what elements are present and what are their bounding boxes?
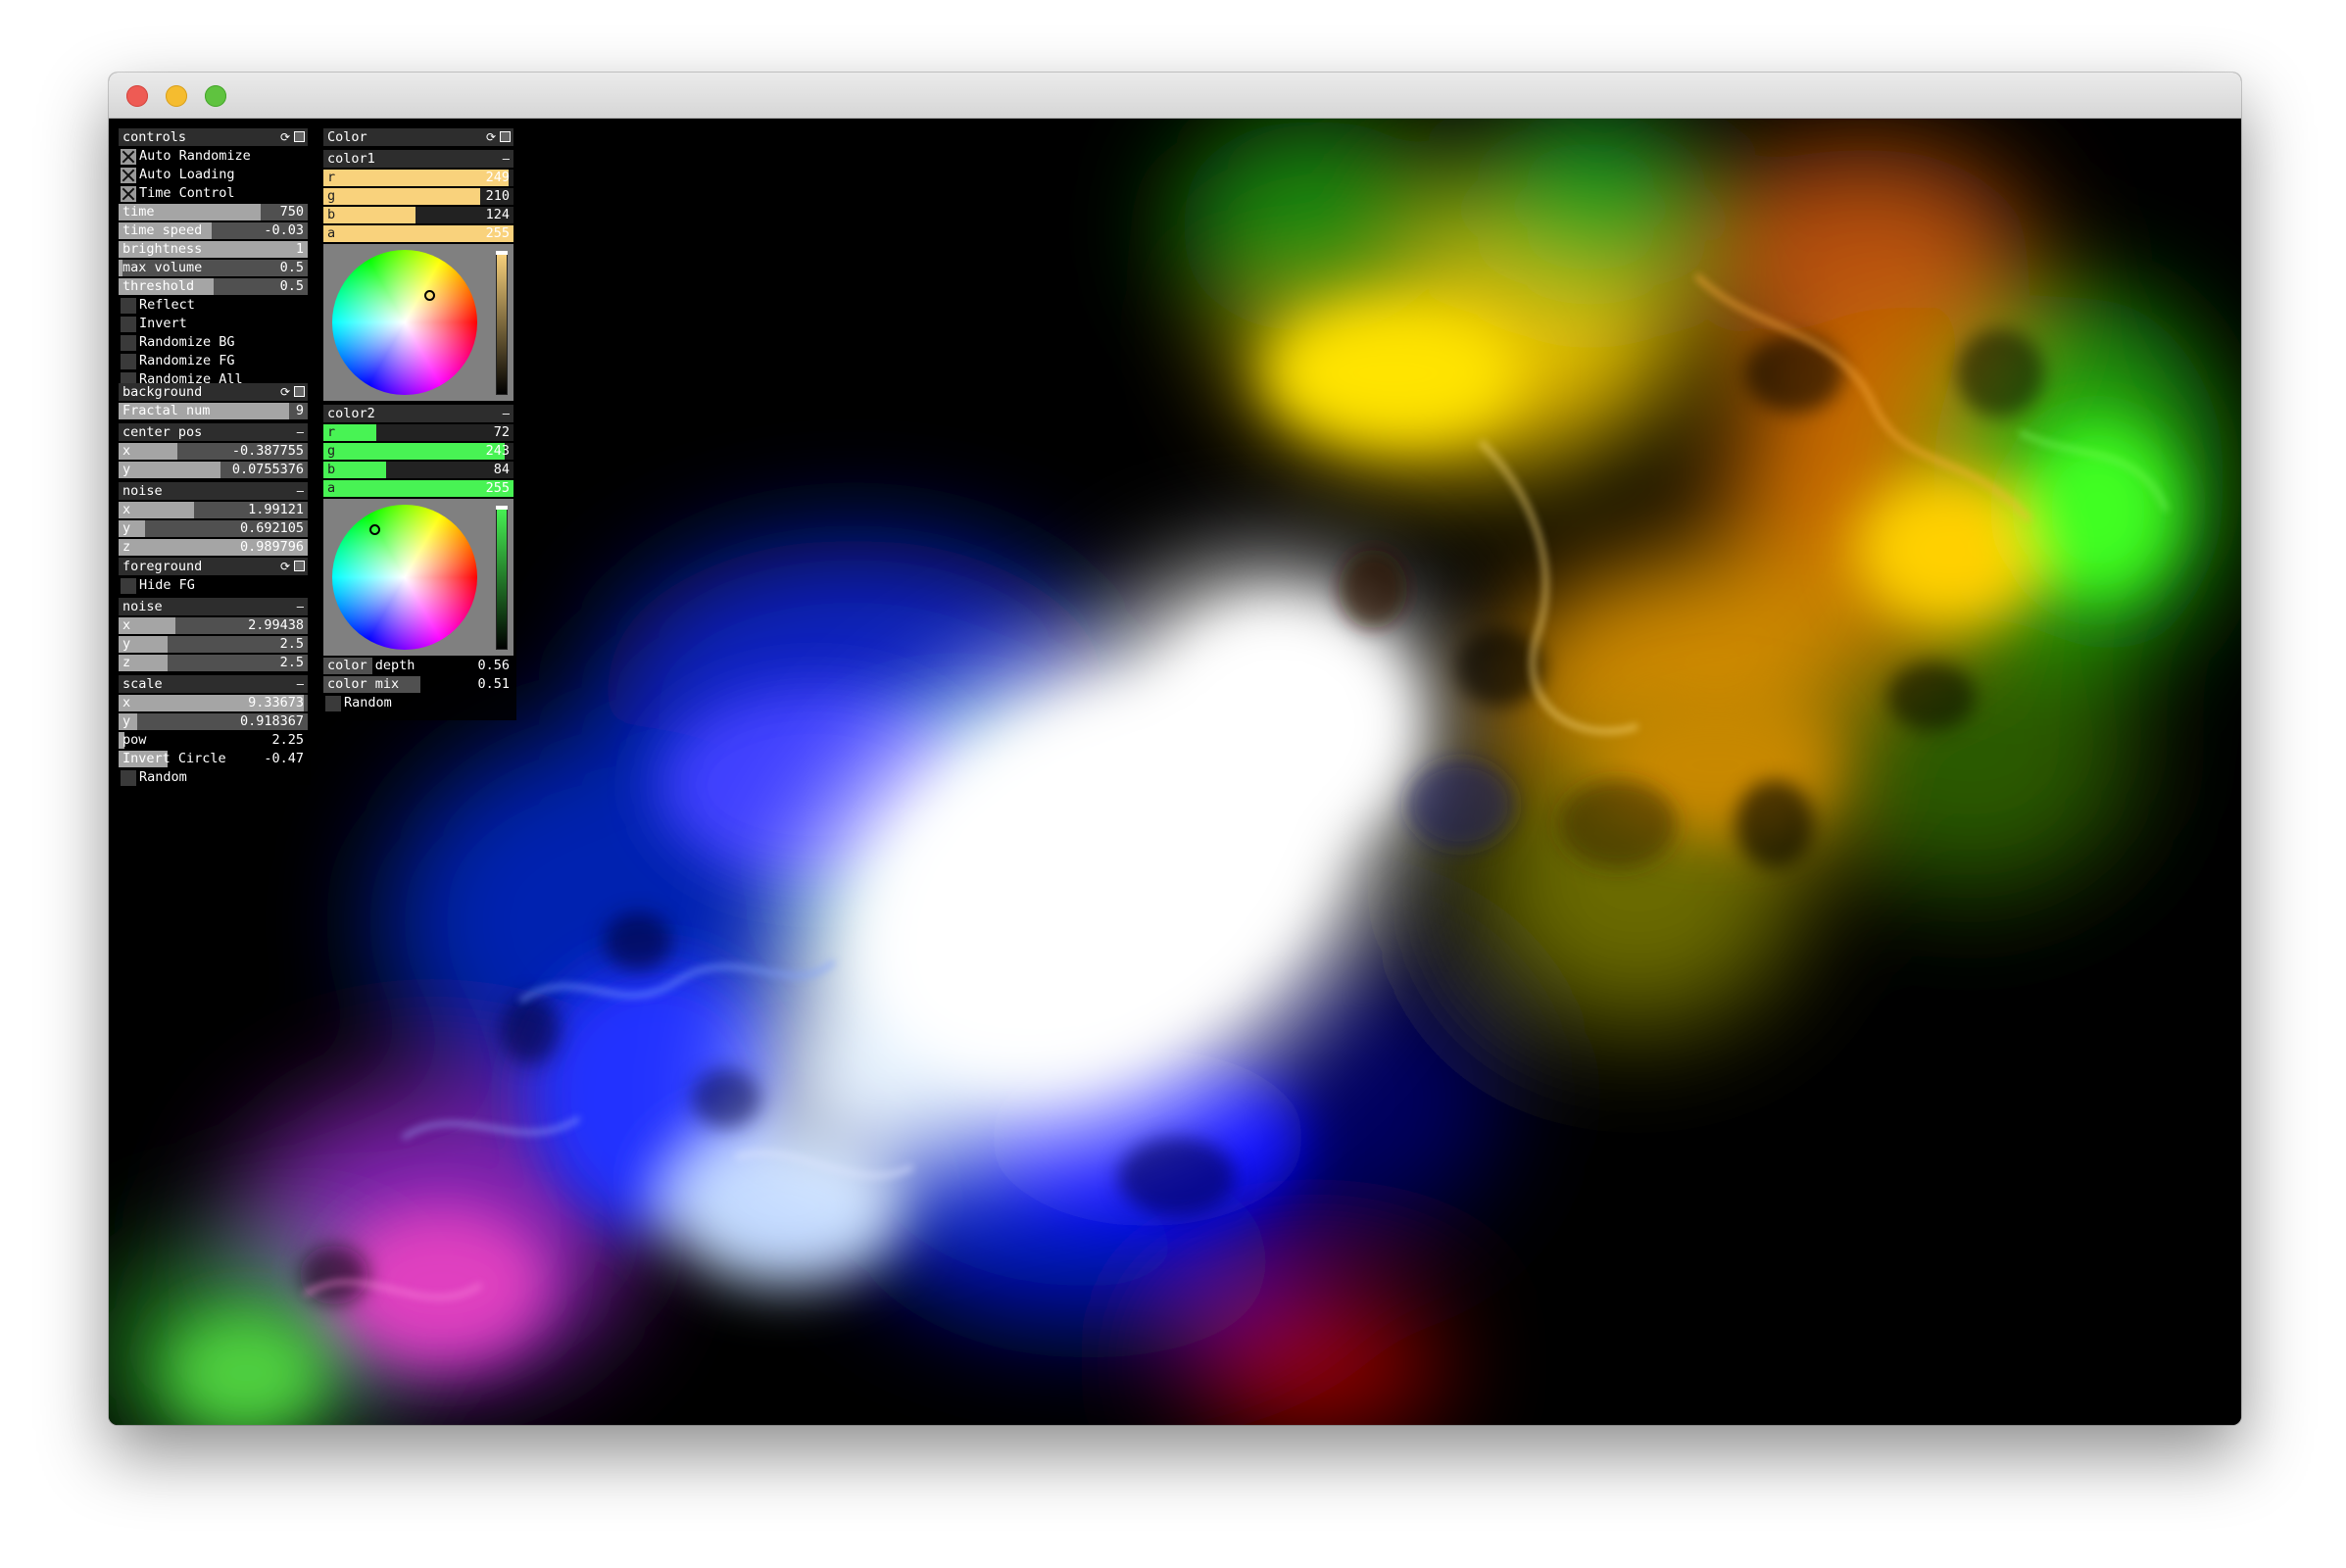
controls-title: controls bbox=[122, 129, 187, 145]
color-panel: Color ⟳ color1 – r 249 g 210 b 124 a 255 col… bbox=[320, 126, 516, 720]
toggle-time-control[interactable]: Time Control bbox=[119, 185, 308, 202]
slider-fractal-num[interactable]: Fractal num 9 bbox=[119, 403, 308, 419]
color1-header[interactable]: color1 – bbox=[323, 150, 513, 168]
color2-brightness-bar[interactable] bbox=[496, 506, 508, 650]
toggle-randomize-bg[interactable]: Randomize BG bbox=[119, 334, 308, 351]
checkbox-icon bbox=[121, 578, 136, 594]
checkbox-icon bbox=[121, 298, 136, 314]
save-icon[interactable] bbox=[294, 561, 305, 571]
slider-color-depth[interactable]: color depth 0.56 bbox=[323, 658, 513, 674]
toggle-hide-fg[interactable]: Hide FG bbox=[119, 577, 308, 594]
color1-brightness-bar[interactable] bbox=[496, 251, 508, 395]
close-window-button[interactable] bbox=[126, 85, 148, 107]
toggle-randomize-all[interactable]: Randomize All bbox=[119, 371, 308, 388]
slider-center-x[interactable]: x -0.387755 bbox=[119, 443, 308, 460]
color2-header[interactable]: color2 – bbox=[323, 405, 513, 422]
scale-header[interactable]: scale – bbox=[119, 675, 308, 693]
color1-picker[interactable] bbox=[323, 244, 513, 401]
toggle-invert[interactable]: Invert bbox=[119, 316, 308, 332]
color2-picker[interactable] bbox=[323, 499, 513, 656]
checkbox-icon bbox=[121, 186, 136, 202]
collapse-icon[interactable]: – bbox=[297, 482, 304, 500]
slider-fill bbox=[119, 462, 221, 478]
checkbox-icon bbox=[121, 335, 136, 351]
slider-fill bbox=[323, 207, 416, 223]
toggle-auto-loading[interactable]: Auto Loading bbox=[119, 167, 308, 183]
save-icon[interactable] bbox=[294, 386, 305, 397]
color1-r-slider[interactable]: r 249 bbox=[323, 170, 513, 186]
checkbox-icon bbox=[121, 354, 136, 369]
slider-fg-noise-z[interactable]: z 2.5 bbox=[119, 655, 308, 671]
color2-wheel-marker[interactable] bbox=[369, 524, 380, 535]
slider-scale-x[interactable]: x 9.33673 bbox=[119, 695, 308, 711]
slider-threshold[interactable]: threshold 0.5 bbox=[119, 278, 308, 295]
slider-max-volume[interactable]: max volume 0.5 bbox=[119, 260, 308, 276]
slider-fg-noise-x[interactable]: x 2.99438 bbox=[119, 617, 308, 634]
bg-noise-header[interactable]: noise – bbox=[119, 482, 308, 500]
slider-center-y[interactable]: y 0.0755376 bbox=[119, 462, 308, 478]
color2-g-slider[interactable]: g 243 bbox=[323, 443, 513, 460]
toggle-auto-randomize[interactable]: Auto Randomize bbox=[119, 148, 308, 165]
fg-noise-header[interactable]: noise – bbox=[119, 598, 308, 615]
background-header[interactable]: background ⟳ bbox=[119, 383, 308, 401]
color2-a-slider[interactable]: a 255 bbox=[323, 480, 513, 497]
collapse-icon[interactable]: – bbox=[297, 423, 304, 441]
slider-bg-noise-z[interactable]: z 0.989796 bbox=[119, 539, 308, 556]
slider-time-speed[interactable]: time speed -0.03 bbox=[119, 222, 308, 239]
controls-header[interactable]: controls ⟳ bbox=[119, 128, 308, 146]
color2-r-slider[interactable]: r 72 bbox=[323, 424, 513, 441]
slider-time[interactable]: time 750 bbox=[119, 204, 308, 220]
checkbox-icon bbox=[325, 696, 341, 711]
slider-fg-noise-y[interactable]: y 2.5 bbox=[119, 636, 308, 653]
color1-wheel-marker[interactable] bbox=[424, 290, 435, 301]
app-window: controls ⟳ Auto Randomize Auto Loading T… bbox=[109, 73, 2241, 1425]
slider-pow[interactable]: pow 2.25 bbox=[119, 732, 308, 749]
slider-brightness[interactable]: brightness 1 bbox=[119, 241, 308, 258]
collapse-icon[interactable]: – bbox=[297, 675, 304, 693]
reload-icon[interactable]: ⟳ bbox=[280, 558, 290, 575]
checkbox-icon bbox=[121, 149, 136, 165]
collapse-icon[interactable]: – bbox=[503, 150, 510, 168]
save-icon[interactable] bbox=[500, 131, 511, 142]
color-header[interactable]: Color ⟳ bbox=[323, 128, 513, 146]
checkbox-icon bbox=[121, 168, 136, 183]
slider-invert-circle[interactable]: Invert Circle -0.47 bbox=[119, 751, 308, 767]
color2-b-slider[interactable]: b 84 bbox=[323, 462, 513, 478]
render-canvas[interactable]: controls ⟳ Auto Randomize Auto Loading T… bbox=[109, 119, 2241, 1425]
color1-wheel[interactable] bbox=[332, 250, 477, 395]
slider-fill bbox=[323, 443, 505, 460]
collapse-icon[interactable]: – bbox=[297, 598, 304, 615]
slider-fill bbox=[323, 170, 510, 186]
checkbox-icon bbox=[121, 770, 136, 786]
toggle-fg-random[interactable]: Random bbox=[119, 769, 308, 786]
controls-panel: controls ⟳ Auto Randomize Auto Loading T… bbox=[116, 126, 311, 786]
slider-fill bbox=[323, 188, 480, 205]
reload-icon[interactable]: ⟳ bbox=[486, 128, 496, 146]
maximize-window-button[interactable] bbox=[205, 85, 226, 107]
checkbox-icon bbox=[121, 317, 136, 332]
title-bar bbox=[109, 73, 2241, 119]
save-icon[interactable] bbox=[294, 131, 305, 142]
color1-g-slider[interactable]: g 210 bbox=[323, 188, 513, 205]
toggle-color-random[interactable]: Random bbox=[323, 695, 513, 711]
toggle-reflect[interactable]: Reflect bbox=[119, 297, 308, 314]
slider-scale-y[interactable]: y 0.918367 bbox=[119, 713, 308, 730]
collapse-icon[interactable]: – bbox=[503, 405, 510, 422]
slider-bg-noise-x[interactable]: x 1.99121 bbox=[119, 502, 308, 518]
center-pos-header[interactable]: center pos – bbox=[119, 423, 308, 441]
foreground-header[interactable]: foreground ⟳ bbox=[119, 558, 308, 575]
color1-a-slider[interactable]: a 255 bbox=[323, 225, 513, 242]
slider-bg-noise-y[interactable]: y 0.692105 bbox=[119, 520, 308, 537]
reload-icon[interactable]: ⟳ bbox=[280, 383, 290, 401]
minimize-window-button[interactable] bbox=[166, 85, 187, 107]
slider-color-mix[interactable]: color mix 0.51 bbox=[323, 676, 513, 693]
toggle-randomize-fg[interactable]: Randomize FG bbox=[119, 353, 308, 369]
color1-b-slider[interactable]: b 124 bbox=[323, 207, 513, 223]
reload-icon[interactable]: ⟳ bbox=[280, 128, 290, 146]
color2-wheel[interactable] bbox=[332, 505, 477, 650]
